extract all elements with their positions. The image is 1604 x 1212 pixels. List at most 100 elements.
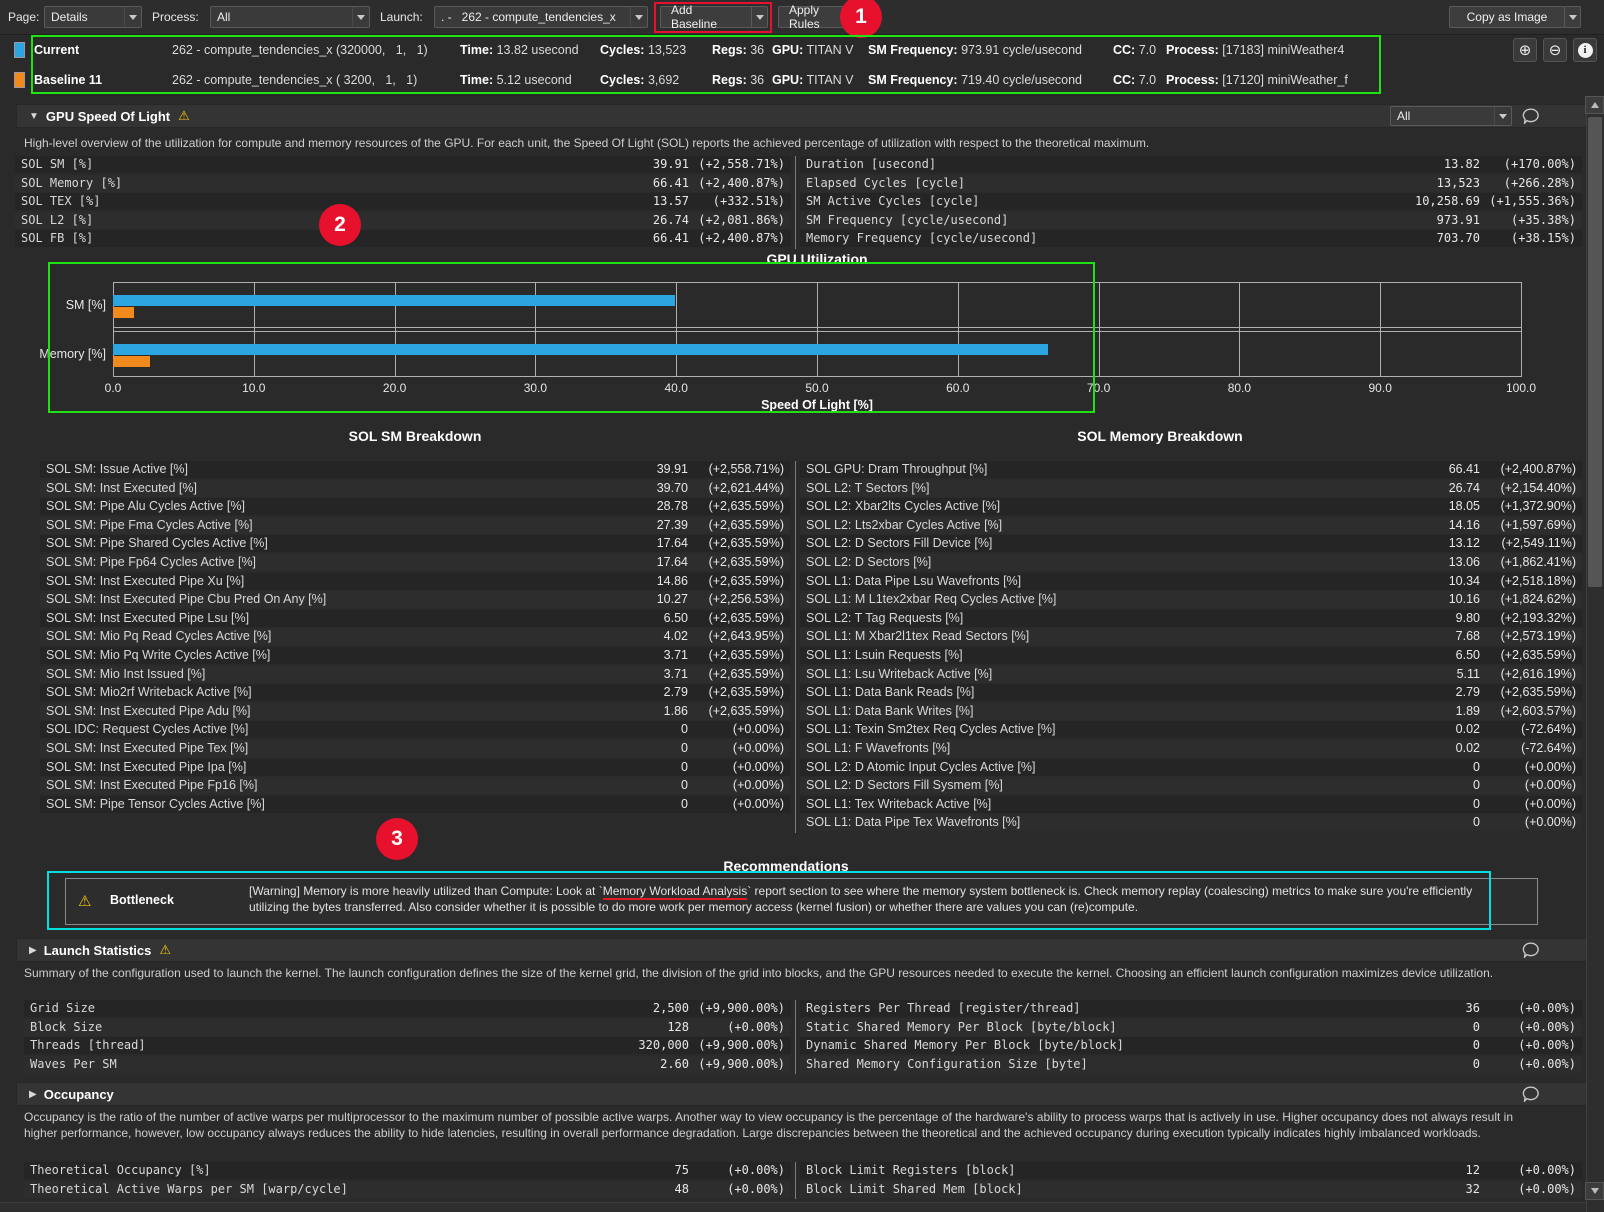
- table-row: SOL SM: Pipe Alu Cycles Active [%]28.78(…: [40, 498, 790, 515]
- info-button[interactable]: i: [1573, 38, 1597, 62]
- sol-filter-dropdown[interactable]: All: [1390, 106, 1512, 126]
- bottom-edge: [0, 1202, 1604, 1212]
- sol-filter-value: All: [1391, 109, 1494, 123]
- table-row: SOL L2: T Sectors [%]26.74(+2,154.40%): [800, 480, 1582, 497]
- cycles-pair: Cycles: 3,692: [600, 73, 679, 87]
- section-header-launch-statistics[interactable]: ▶ Launch Statistics ⚠: [16, 938, 1588, 962]
- table-row: Waves Per SM2.60(+9,900.00%): [24, 1056, 791, 1073]
- page-label: Page:: [8, 10, 39, 24]
- minus-circle-icon: ⊖: [1549, 41, 1562, 59]
- column-divider: [795, 1000, 796, 1074]
- info-icon: i: [1578, 43, 1593, 58]
- chart-plot: [113, 282, 1521, 377]
- apply-rules-button[interactable]: Apply Rules: [778, 6, 848, 28]
- add-baseline-menu-button[interactable]: [751, 6, 768, 28]
- baseline-name: Baseline 11: [34, 73, 102, 87]
- gpu-pair: GPU: TITAN V: [772, 73, 854, 87]
- process-pair: Process: [17183] miniWeather4: [1166, 43, 1344, 57]
- process-pair: Process: [17120] miniWeather_f: [1166, 73, 1348, 87]
- warning-icon: ⚠: [78, 892, 91, 910]
- table-row: SOL SM: Inst Executed Pipe Ipa [%]0(+0.0…: [40, 759, 790, 776]
- gpu-pair: GPU: TITAN V: [772, 43, 854, 57]
- scroll-down-button[interactable]: [1585, 1182, 1604, 1200]
- apply-rules-label: Apply Rules: [789, 3, 837, 31]
- kernel-summary-row[interactable]: Current 262 - compute_tendencies_x (3200…: [0, 35, 1604, 65]
- chart-bar: [113, 307, 134, 318]
- arrow-up-icon: [1591, 102, 1599, 108]
- chart-bar: [113, 295, 675, 306]
- table-row: SOL SM: Pipe Shared Cycles Active [%]17.…: [40, 535, 790, 552]
- page-dropdown[interactable]: Details: [44, 6, 142, 28]
- table-row: Grid Size2,500(+9,900.00%): [24, 1000, 791, 1017]
- memory-workload-analysis-link[interactable]: Memory Workload Analysis: [603, 884, 748, 900]
- column-divider: [795, 156, 796, 249]
- chart-cat-labels: SM [%]Memory [%]: [0, 282, 106, 377]
- table-row: SOL SM: Pipe Fp64 Cycles Active [%]17.64…: [40, 554, 790, 571]
- table-row: SOL L2: D Sectors [%]13.06(+1,862.41%): [800, 554, 1582, 571]
- launch-label: Launch:: [380, 10, 423, 24]
- chart-tick-label: 60.0: [946, 381, 969, 395]
- launch-table-right: Registers Per Thread [register/thread]36…: [800, 1000, 1582, 1074]
- table-row: SOL L2: D Atomic Input Cycles Active [%]…: [800, 759, 1582, 776]
- table-row: SOL L1: Data Pipe Tex Wavefronts [%]0(+0…: [800, 814, 1582, 831]
- comment-icon[interactable]: [1522, 942, 1540, 958]
- launch-description: Summary of the configuration used to lau…: [24, 966, 1524, 982]
- chart-bands: [113, 282, 1521, 377]
- zoom-out-button[interactable]: ⊖: [1543, 38, 1567, 62]
- arrow-down-icon: [1591, 1188, 1599, 1194]
- table-row: SOL SM [%]39.91(+2,558.71%): [15, 156, 791, 173]
- occupancy-description: Occupancy is the ratio of the number of …: [24, 1110, 1524, 1141]
- table-row: SOL SM: Inst Executed Pipe Lsu [%]6.50(+…: [40, 610, 790, 627]
- copy-as-image-menu-button[interactable]: [1564, 6, 1581, 28]
- table-row: SOL Memory [%]66.41(+2,400.87%): [15, 175, 791, 192]
- chart-tick-label: 90.0: [1369, 381, 1392, 395]
- copy-as-image-button[interactable]: Copy as Image: [1449, 6, 1565, 28]
- kernel-name: 262 - compute_tendencies_x ( 3200, 1, 1): [172, 73, 417, 87]
- chevron-down-icon: [630, 7, 647, 27]
- table-row: SOL SM: Mio2rf Writeback Active [%]2.79(…: [40, 684, 790, 701]
- zoom-in-button[interactable]: ⊕: [1513, 38, 1537, 62]
- chart-x-axis-label: Speed Of Light [%]: [113, 398, 1521, 412]
- sol-summary-table-left: SOL SM [%]39.91(+2,558.71%) SOL Memory [%…: [15, 156, 791, 249]
- table-row: SOL SM: Mio Pq Read Cycles Active [%]4.0…: [40, 628, 790, 645]
- chart-tick-label: 80.0: [1228, 381, 1251, 395]
- memory-breakdown-title: SOL Memory Breakdown: [795, 428, 1525, 444]
- comment-icon[interactable]: [1522, 1086, 1540, 1102]
- table-row: SOL SM: Inst Executed Pipe Cbu Pred On A…: [40, 591, 790, 608]
- regs-pair: Regs: 36: [712, 73, 764, 87]
- chevron-down-icon: [1494, 107, 1511, 125]
- table-row: SOL TEX [%]13.57(+332.51%): [15, 193, 791, 210]
- process-dropdown[interactable]: All: [210, 6, 370, 28]
- scroll-up-button[interactable]: [1585, 96, 1604, 114]
- table-row: SOL SM: Inst Executed Pipe Xu [%]14.86(+…: [40, 573, 790, 590]
- process-label: Process:: [152, 10, 199, 24]
- recommendations-title: Recommendations: [0, 858, 1572, 874]
- table-row: SOL L1: Texin Sm2tex Req Cycles Active […: [800, 721, 1582, 738]
- launch-dropdown-value: . - 262 - compute_tendencies_x: [435, 10, 630, 24]
- chart-x-ticks: 0.010.020.030.040.050.060.070.080.090.01…: [113, 381, 1521, 396]
- sm-breakdown-table: SOL SM: Issue Active [%]39.91(+2,558.71%…: [40, 461, 790, 814]
- annotation-callout-3: 3: [376, 818, 418, 860]
- column-divider: [795, 461, 796, 833]
- add-baseline-button[interactable]: Add Baseline: [660, 6, 752, 28]
- memory-breakdown-table: SOL GPU: Dram Throughput [%]66.41(+2,400…: [800, 461, 1582, 833]
- nsight-compute-details-page: Page: Details Process: All Launch: . - 2…: [0, 0, 1604, 1212]
- scrollbar-thumb[interactable]: [1588, 117, 1602, 587]
- process-dropdown-value: All: [211, 10, 352, 24]
- sol-description: High-level overview of the utilization f…: [24, 136, 1564, 152]
- chart-tick-label: 30.0: [524, 381, 547, 395]
- table-row: SOL SM: Inst Executed Pipe Fp16 [%]0(+0.…: [40, 777, 790, 794]
- table-row: Theoretical Occupancy [%]75(+0.00%): [24, 1162, 791, 1179]
- comment-icon[interactable]: [1522, 108, 1540, 124]
- page-dropdown-value: Details: [45, 10, 124, 24]
- kernel-summary-row[interactable]: Baseline 11 262 - compute_tendencies_x (…: [0, 65, 1604, 95]
- section-header-gpu-sol[interactable]: ▼ GPU Speed Of Light ⚠: [16, 104, 1588, 128]
- chart-tick-label: 20.0: [383, 381, 406, 395]
- table-row: SOL L2 [%]26.74(+2,081.86%): [15, 212, 791, 229]
- table-row: Theoretical Active Warps per SM [warp/cy…: [24, 1181, 791, 1198]
- cc-pair: CC: 7.0: [1113, 73, 1156, 87]
- column-divider: [795, 1162, 796, 1199]
- section-header-occupancy[interactable]: ▶ Occupancy: [16, 1082, 1588, 1106]
- launch-dropdown[interactable]: . - 262 - compute_tendencies_x: [434, 6, 648, 28]
- bottleneck-recommendation: ⚠ Bottleneck [Warning] Memory is more he…: [65, 878, 1538, 925]
